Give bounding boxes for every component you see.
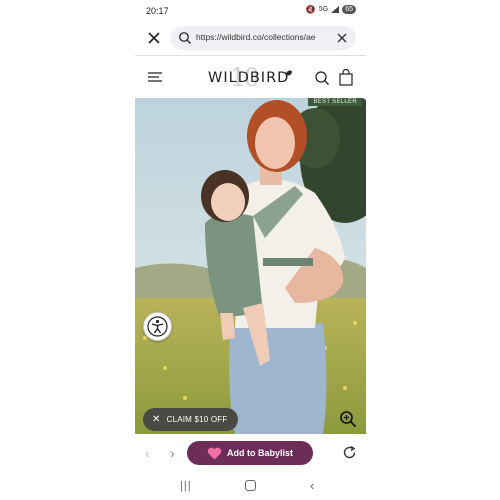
search-icon[interactable] (314, 70, 330, 86)
reload-icon[interactable] (342, 445, 357, 460)
hamburger-menu-icon[interactable] (147, 70, 163, 84)
chevron-right-icon[interactable]: › (170, 445, 175, 461)
url-text[interactable]: https://wildbird.co/collections/ae (196, 32, 326, 42)
chevron-left-icon[interactable]: ‹ (145, 445, 150, 461)
back-icon[interactable]: ‹ (310, 478, 314, 493)
babylist-label: Add to Babylist (226, 448, 293, 458)
status-bar: 20:17 🔇 5G 65 (135, 0, 366, 22)
mute-icon: 🔇 (305, 5, 316, 14)
add-to-babylist-button[interactable]: Add to Babylist (187, 441, 313, 465)
claim-label: CLAIM $10 OFF (166, 415, 228, 424)
bottom-toolbar: ‹ › Add to Babylist (135, 434, 366, 472)
battery-badge: 65 (342, 5, 356, 14)
accessibility-button[interactable] (143, 312, 172, 341)
browser-address-bar: https://wildbird.co/collections/ae (135, 22, 366, 56)
wildbird-logo[interactable]: 10 WILDBIRD (208, 63, 294, 92)
heart-icon (207, 447, 222, 459)
signal-icon (331, 6, 340, 13)
site-header: 10 WILDBIRD (135, 56, 366, 98)
phone-screen: 20:17 🔇 5G 65 https://wildbird.co/collec… (135, 0, 366, 500)
logo-text: WILDBIRD (208, 70, 290, 86)
status-indicators: 🔇 5G 65 (306, 5, 356, 14)
clear-icon[interactable] (336, 32, 348, 44)
leaf-icon (286, 70, 292, 76)
network-type: 5G (318, 6, 329, 13)
carrier-photo (135, 98, 366, 434)
system-nav-bar: ||| ‹ (135, 472, 366, 500)
dismiss-icon[interactable]: ✕ (152, 414, 161, 425)
url-field[interactable]: https://wildbird.co/collections/ae (170, 26, 356, 50)
shopping-bag-icon[interactable] (339, 69, 353, 86)
zoom-icon[interactable] (339, 410, 357, 428)
hero-product-image[interactable]: BEST SELLER ✕ CLAIM $10 OFF (135, 98, 366, 434)
recents-icon[interactable]: ||| (180, 480, 192, 492)
best-seller-badge: BEST SELLER (308, 98, 362, 106)
close-icon[interactable] (145, 29, 163, 47)
accessibility-icon (147, 316, 168, 337)
claim-discount-button[interactable]: ✕ CLAIM $10 OFF (143, 408, 239, 431)
search-icon (179, 32, 192, 45)
status-time: 20:17 (146, 6, 169, 16)
home-icon[interactable] (245, 480, 256, 491)
